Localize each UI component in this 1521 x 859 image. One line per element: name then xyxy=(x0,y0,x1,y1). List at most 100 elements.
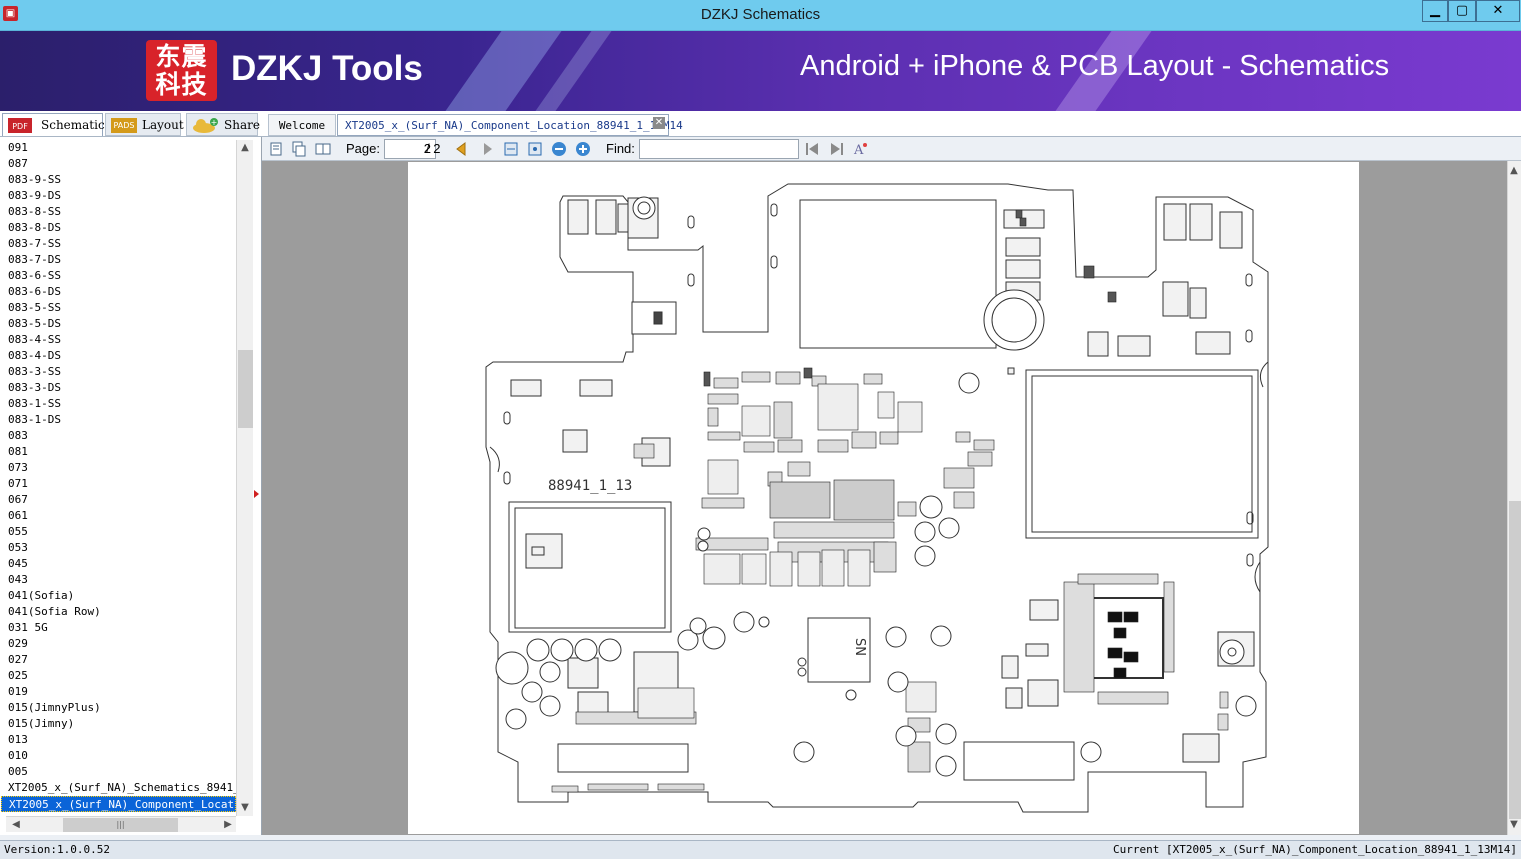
file-list-item[interactable]: 041(Sofia Row) xyxy=(1,604,236,620)
tab-share-label: Share xyxy=(224,118,260,132)
maximize-button[interactable]: ▢ xyxy=(1448,0,1476,22)
file-list-item[interactable]: 083-5-SS xyxy=(1,300,236,316)
file-list-item[interactable]: 083-7-DS xyxy=(1,252,236,268)
zoom-out-icon[interactable] xyxy=(551,141,567,157)
file-list-item[interactable]: 043 xyxy=(1,572,236,588)
tab-layout[interactable]: PADS Layout xyxy=(105,113,184,136)
file-list-item[interactable]: XT2005_x_(Surf_NA)_Component_Location_ xyxy=(1,796,236,812)
window-title: DZKJ Schematics xyxy=(700,6,821,23)
find-previous-icon[interactable] xyxy=(804,141,820,157)
tab-share[interactable]: + Share xyxy=(186,113,260,136)
find-next-icon[interactable] xyxy=(829,141,845,157)
file-list-item[interactable]: 083-1-DS xyxy=(1,412,236,428)
file-list-item[interactable]: 083-3-SS xyxy=(1,364,236,380)
file-list-item[interactable]: 071 xyxy=(1,476,236,492)
file-list-item[interactable]: 083-6-SS xyxy=(1,268,236,284)
board-number-label: 88941_1_13 xyxy=(548,478,632,494)
close-button[interactable]: ✕ xyxy=(1476,0,1520,22)
file-list-item[interactable]: 005 xyxy=(1,764,236,780)
scroll-right-icon[interactable]: ▶ xyxy=(220,817,236,833)
scroll-down-icon[interactable]: ▼ xyxy=(1507,817,1521,833)
minimize-button[interactable]: ▁ xyxy=(1422,0,1448,22)
file-list-panel: 091 087 083-9-SS 083-9-DS 083-8-SS 083-8-DS 08… xyxy=(0,137,262,835)
viewer-toolbar: Page: 2 / 2 Find: A xyxy=(262,137,1521,161)
previous-page-icon[interactable] xyxy=(453,141,469,157)
page-label: Page: xyxy=(346,141,380,156)
file-list-item[interactable]: 015(Jimny) xyxy=(1,716,236,732)
doc-tab-component-location[interactable]: XT2005_x_(Surf_NA)_Component_Location_88… xyxy=(337,114,683,136)
file-list-item[interactable]: 053 xyxy=(1,540,236,556)
scroll-left-icon[interactable]: ◀ xyxy=(8,817,24,833)
file-list-item[interactable]: 083-8-SS xyxy=(1,204,236,220)
file-list-item[interactable]: 013 xyxy=(1,732,236,748)
file-list-item[interactable]: 019 xyxy=(1,684,236,700)
doc-tab-welcome[interactable]: Welcome xyxy=(268,114,336,136)
file-list-item[interactable]: 041(Sofia) xyxy=(1,588,236,604)
facing-pages-icon[interactable] xyxy=(315,141,331,157)
svg-text:PADS: PADS xyxy=(113,121,134,130)
document-viewer[interactable]: 88941_1_13 SN xyxy=(262,161,1507,835)
file-list-horizontal-scrollbar[interactable]: ◀ ||| ▶ xyxy=(6,816,236,832)
file-list-item[interactable]: 061 xyxy=(1,508,236,524)
next-page-icon[interactable] xyxy=(480,141,496,157)
scrollbar-thumb[interactable]: ||| xyxy=(63,818,178,832)
svg-text:A: A xyxy=(853,143,864,157)
find-options-icon[interactable]: A xyxy=(852,141,868,157)
close-tab-icon[interactable]: ✕ xyxy=(653,117,665,129)
file-list-item[interactable]: 083-7-SS xyxy=(1,236,236,252)
file-list-item[interactable]: 083-9-SS xyxy=(1,172,236,188)
svg-text:PDF: PDF xyxy=(12,122,28,131)
app-window: ▣ DZKJ Schematics ▁ ▢ ✕ 东震科技 DZKJ Tools … xyxy=(0,0,1521,859)
file-list-item[interactable]: 083-3-DS xyxy=(1,380,236,396)
continuous-page-icon[interactable] xyxy=(291,141,307,157)
file-list-item[interactable]: 091 xyxy=(1,140,236,156)
zoom-in-icon[interactable] xyxy=(575,141,591,157)
tabs-row: PDF Schematic PADS Layout + Share Welcom… xyxy=(0,111,1521,137)
file-list-item[interactable]: 029 xyxy=(1,636,236,652)
file-list-item[interactable]: 073 xyxy=(1,460,236,476)
scrollbar-thumb[interactable] xyxy=(238,350,253,428)
file-list-vertical-scrollbar[interactable]: ▲ ▼ xyxy=(236,140,253,816)
file-list: 091 087 083-9-SS 083-9-DS 083-8-SS 083-8-DS 08… xyxy=(1,140,236,816)
file-list-item[interactable]: 010 xyxy=(1,748,236,764)
file-list-item[interactable]: 015(JimnyPlus) xyxy=(1,700,236,716)
sn-label: SN xyxy=(852,638,867,656)
version-text: Version:1.0.0.52 xyxy=(4,843,110,856)
fit-width-icon[interactable] xyxy=(503,141,519,157)
scrollbar-thumb[interactable] xyxy=(1509,501,1521,819)
file-list-item[interactable]: 045 xyxy=(1,556,236,572)
scroll-up-icon[interactable]: ▲ xyxy=(237,140,253,156)
current-document-text: Current [XT2005_x_(Surf_NA)_Component_Lo… xyxy=(1113,843,1517,856)
pdf-icon: PDF xyxy=(8,118,32,133)
status-bar: Version:1.0.0.52 Current [XT2005_x_(Surf… xyxy=(0,840,1521,859)
tab-layout-label: Layout xyxy=(142,118,184,132)
file-list-item[interactable]: 083-1-SS xyxy=(1,396,236,412)
file-list-item[interactable]: 081 xyxy=(1,444,236,460)
viewer-vertical-scrollbar[interactable]: ▲ ▼ xyxy=(1507,161,1521,835)
file-list-item[interactable]: 027 xyxy=(1,652,236,668)
title-bar: ▣ DZKJ Schematics ▁ ▢ ✕ xyxy=(0,0,1521,31)
file-list-item[interactable]: XT2005_x_(Surf_NA)_Schematics_8941_1_1 xyxy=(1,780,236,796)
tab-schematic[interactable]: PDF Schematic xyxy=(2,113,105,136)
panel-splitter-arrow-icon[interactable] xyxy=(254,490,259,498)
fit-page-icon[interactable] xyxy=(527,141,543,157)
single-page-icon[interactable] xyxy=(268,141,284,157)
file-list-item[interactable]: 083-6-DS xyxy=(1,284,236,300)
page-total: / 2 xyxy=(426,141,441,156)
doc-tab-label: XT2005_x_(Surf_NA)_Component_Location_88… xyxy=(345,119,683,132)
pcb-board-drawing: 88941_1_13 SN xyxy=(485,183,1269,813)
find-input[interactable] xyxy=(639,139,799,159)
file-list-item[interactable]: 087 xyxy=(1,156,236,172)
scroll-up-icon[interactable]: ▲ xyxy=(1507,163,1521,179)
file-list-item[interactable]: 067 xyxy=(1,492,236,508)
file-list-item[interactable]: 025 xyxy=(1,668,236,684)
file-list-item[interactable]: 083-4-DS xyxy=(1,348,236,364)
file-list-item[interactable]: 083 xyxy=(1,428,236,444)
file-list-item[interactable]: 083-9-DS xyxy=(1,188,236,204)
scroll-down-icon[interactable]: ▼ xyxy=(237,800,253,816)
file-list-item[interactable]: 083-4-SS xyxy=(1,332,236,348)
file-list-item[interactable]: 031 5G xyxy=(1,620,236,636)
file-list-item[interactable]: 083-8-DS xyxy=(1,220,236,236)
file-list-item[interactable]: 083-5-DS xyxy=(1,316,236,332)
file-list-item[interactable]: 055 xyxy=(1,524,236,540)
